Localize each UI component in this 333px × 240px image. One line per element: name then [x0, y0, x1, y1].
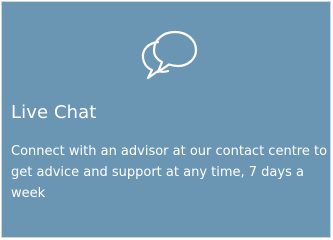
card-description: Connect with an advisor at our contact c… [11, 144, 328, 201]
card-title: Live Chat [11, 102, 97, 123]
chat-bubbles-icon [138, 28, 200, 80]
live-chat-card[interactable]: Live Chat Connect with an advisor at our… [1, 1, 331, 238]
